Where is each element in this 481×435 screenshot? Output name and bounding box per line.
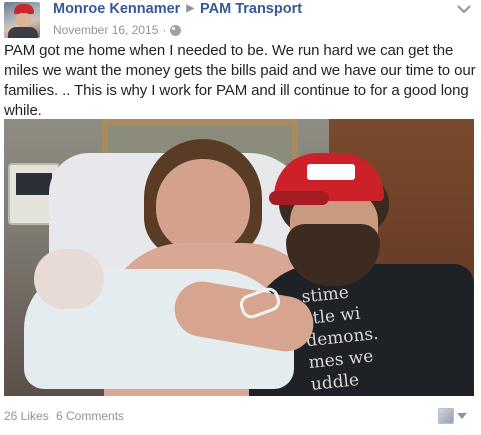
feed-post: Monroe Kennamer ▶ PAM Transport November 1… <box>0 0 481 435</box>
comments-count-link[interactable]: 6 Comments <box>56 409 124 423</box>
post-meta: November 16, 2015 · <box>53 23 182 37</box>
photo-cap-brim <box>269 191 329 205</box>
target-page-link[interactable]: PAM Transport <box>200 1 302 17</box>
avatar-shirt <box>8 27 38 38</box>
photo-woman-face <box>156 159 250 253</box>
meta-separator: · <box>162 23 167 37</box>
author-avatar[interactable] <box>4 2 40 38</box>
photo-shirt-text: stime stle wi demons. mes we uddle <box>300 282 380 396</box>
post-footer: 26 Likes 6 Comments <box>0 404 481 435</box>
post-timestamp[interactable]: November 16, 2015 <box>53 23 158 37</box>
photo-cap-logo <box>307 164 355 180</box>
likes-count-link[interactable]: 26 Likes <box>4 409 49 423</box>
caret-down-icon <box>457 413 467 419</box>
post-message: PAM got me home when I needed to be. We … <box>4 42 476 119</box>
post-photo[interactable]: stime stle wi demons. mes we uddle <box>4 119 474 396</box>
post-header: Monroe Kennamer ▶ PAM Transport November 1… <box>0 0 481 44</box>
avatar-face <box>16 13 31 27</box>
photo-baby-head <box>34 249 104 309</box>
chevron-down-icon[interactable] <box>457 4 471 14</box>
actor-selector[interactable] <box>438 408 467 424</box>
author-name-link[interactable]: Monroe Kennamer <box>53 1 180 17</box>
post-author-line: Monroe Kennamer ▶ PAM Transport <box>53 1 302 17</box>
arrow-right-icon: ▶ <box>186 3 195 14</box>
globe-icon[interactable] <box>170 24 182 36</box>
page-icon <box>438 408 454 424</box>
